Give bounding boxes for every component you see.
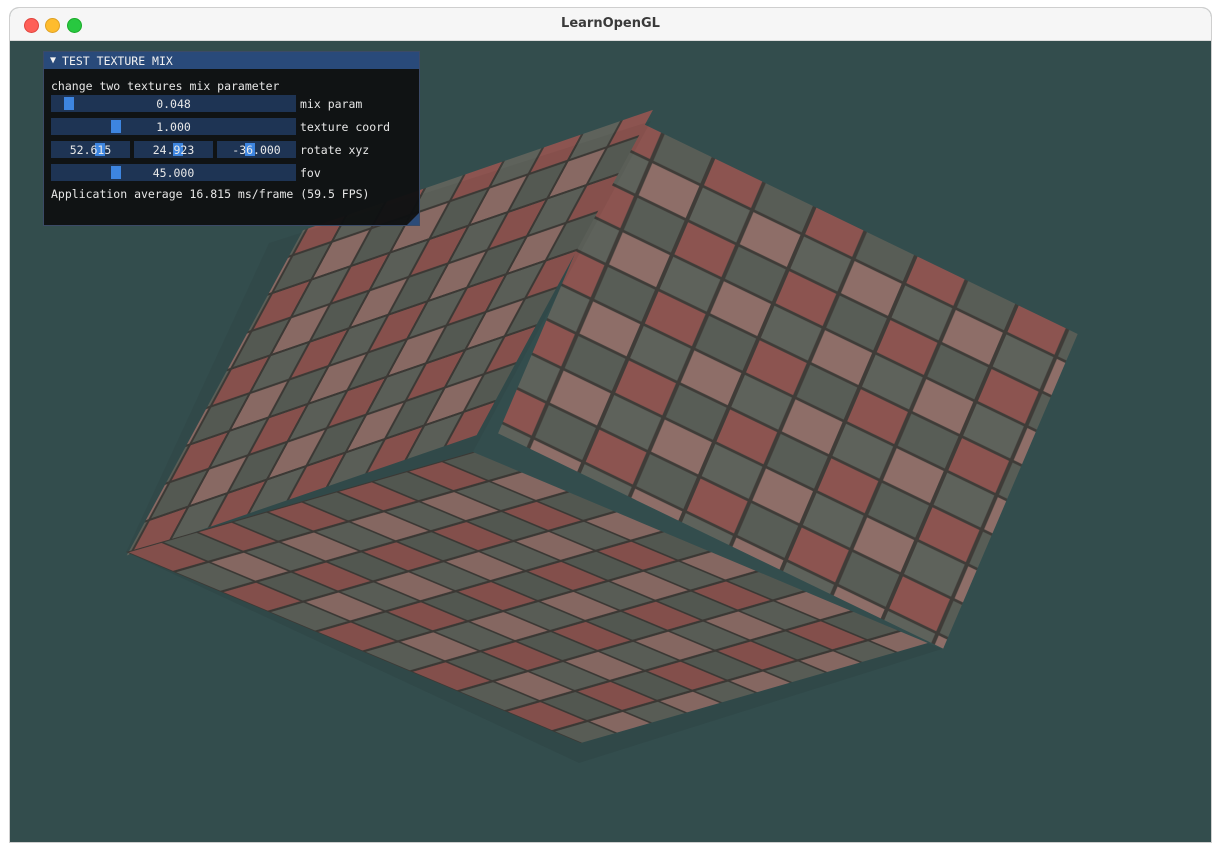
description-text: change two textures mix parameter bbox=[51, 78, 280, 93]
texture-coord-value: 1.000 bbox=[156, 119, 191, 134]
fps-stats-text: Application average 16.815 ms/frame (59.… bbox=[51, 186, 370, 201]
mix-param-value: 0.048 bbox=[156, 96, 191, 111]
rotate-z-value: -36.000 bbox=[232, 142, 281, 157]
mix-param-grab[interactable] bbox=[64, 97, 74, 110]
gl-viewport[interactable]: ▼ TEST TEXTURE MIX change two textures m… bbox=[10, 41, 1211, 842]
panel-description: change two textures mix parameter bbox=[51, 77, 279, 94]
fov-grab[interactable] bbox=[111, 166, 121, 179]
window-title: LearnOpenGL bbox=[561, 16, 660, 31]
texture-coord-slider[interactable]: 1.000 bbox=[51, 118, 296, 135]
mix-param-slider[interactable]: 0.048 bbox=[51, 95, 296, 112]
texture-coord-row: 1.000 texture coord bbox=[51, 118, 390, 135]
imgui-panel[interactable]: ▼ TEST TEXTURE MIX change two textures m… bbox=[43, 51, 420, 226]
panel-header[interactable]: ▼ TEST TEXTURE MIX bbox=[44, 52, 419, 69]
rotate-row: 52.615 24.923 -36.000 rotate xyz bbox=[51, 141, 369, 158]
resize-grip-icon[interactable] bbox=[407, 213, 419, 225]
fps-stats: Application average 16.815 ms/frame (59.… bbox=[51, 185, 370, 202]
mix-param-label: mix param bbox=[300, 96, 363, 111]
rotate-y-slider[interactable]: 24.923 bbox=[134, 141, 213, 158]
fov-label: fov bbox=[300, 165, 321, 180]
rotate-x-slider[interactable]: 52.615 bbox=[51, 141, 130, 158]
mix-param-row: 0.048 mix param bbox=[51, 95, 362, 112]
rotate-y-value: 24.923 bbox=[152, 142, 195, 157]
title-bar[interactable]: LearnOpenGL bbox=[10, 8, 1211, 41]
rotate-x-value: 52.615 bbox=[69, 142, 112, 157]
texture-coord-label: texture coord bbox=[300, 119, 391, 134]
texture-coord-grab[interactable] bbox=[111, 120, 121, 133]
panel-title: TEST TEXTURE MIX bbox=[62, 53, 173, 68]
app-window: LearnOpenGL ▼ TEST TEXTURE MIX change tw… bbox=[9, 7, 1212, 843]
collapse-arrow-icon[interactable]: ▼ bbox=[50, 55, 56, 66]
fov-row: 45.000 fov bbox=[51, 164, 321, 181]
fov-slider[interactable]: 45.000 bbox=[51, 164, 296, 181]
rotate-label: rotate xyz bbox=[300, 142, 370, 157]
rotate-z-slider[interactable]: -36.000 bbox=[217, 141, 296, 158]
fov-value: 45.000 bbox=[152, 165, 195, 180]
